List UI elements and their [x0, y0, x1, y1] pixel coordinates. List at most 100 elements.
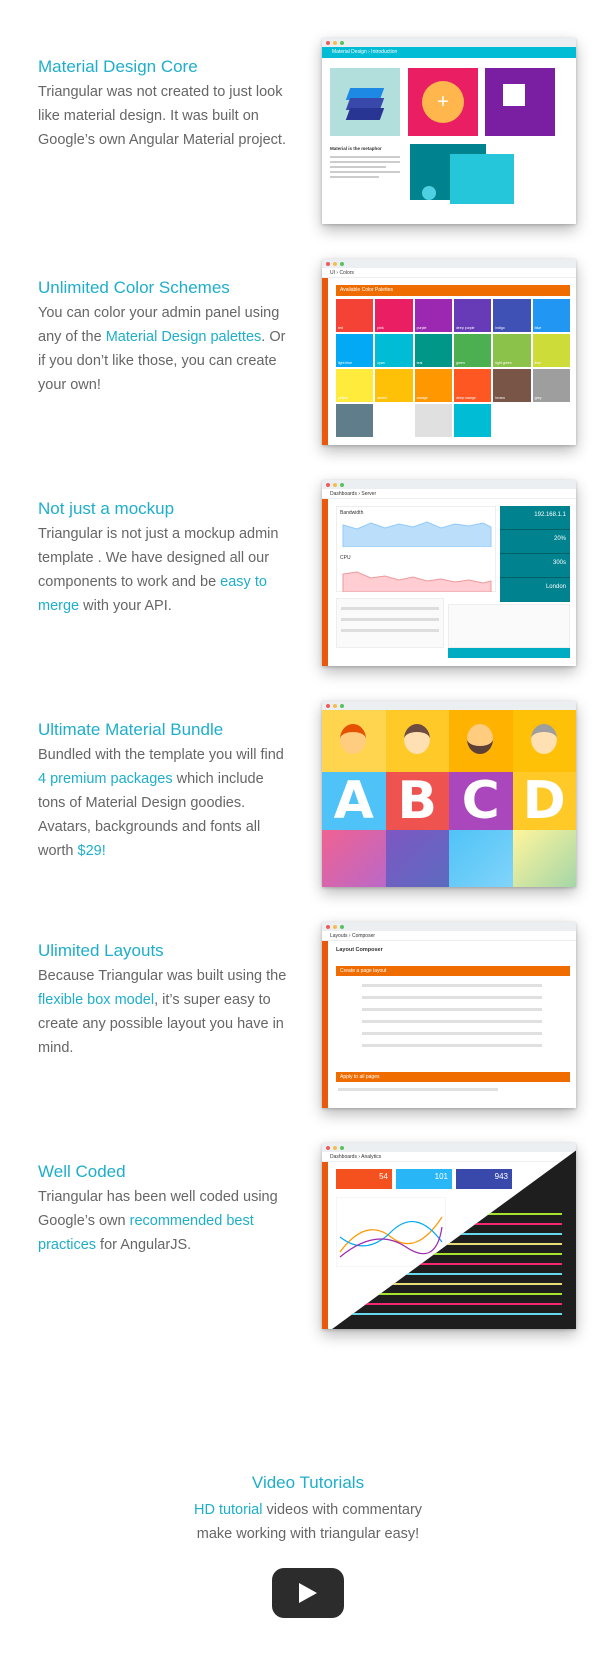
- section-paragraph: Triangular was not created to just look …: [38, 80, 288, 152]
- swatch-label: yellow: [338, 396, 348, 400]
- color-swatch[interactable]: red: [336, 299, 374, 332]
- section-paragraph: Triangular has been well coded using Goo…: [38, 1185, 288, 1257]
- orange-bar: Apply to all pages: [336, 1072, 570, 1082]
- orange-bar: Create a page layout: [336, 966, 570, 976]
- stat-tile: 101: [396, 1169, 452, 1189]
- section-paragraph: Bundled with the template you will find …: [38, 743, 288, 863]
- play-icon: [299, 1583, 317, 1603]
- feature-page: Material Design Core Triangular was not …: [0, 0, 616, 1668]
- plus-tile: +: [408, 68, 478, 136]
- color-swatch[interactable]: lime: [532, 334, 570, 367]
- section-layouts: Ulimited Layouts Because Triangular was …: [0, 922, 616, 1132]
- chart1-title: Bandwidth: [340, 510, 364, 516]
- avatar: [322, 710, 386, 772]
- swatch-label: pink: [377, 326, 384, 330]
- section-text: Well Coded Triangular has been well code…: [38, 1161, 288, 1257]
- stat-tile: 943: [456, 1169, 512, 1189]
- color-swatch[interactable]: orange: [414, 369, 452, 402]
- section-title: Material Design Core: [38, 57, 198, 76]
- color-swatch[interactable]: teal: [414, 334, 452, 367]
- color-swatch[interactable]: [453, 404, 492, 437]
- color-swatch[interactable]: amber: [375, 369, 413, 402]
- dashboard-screenshot: Dashboards › Server Bandwidth CPU 192.16…: [322, 480, 576, 666]
- screenshot-topbar: Dashboards › Server: [322, 489, 576, 499]
- swatch-label: blue: [534, 326, 542, 330]
- paragraph-text: Bundled with the template you will find: [38, 747, 284, 763]
- screenshot-topbar: Material Design › Introduction: [322, 47, 576, 58]
- swatch-label: green: [455, 361, 465, 365]
- layers-tile: [330, 68, 400, 136]
- inline-link[interactable]: flexible box model: [38, 992, 154, 1008]
- analytics-chart: [336, 1197, 446, 1267]
- bundle-screenshot: A B C D: [322, 701, 576, 887]
- inline-link[interactable]: 4 premium packages: [38, 771, 173, 787]
- swatch-label: light green: [495, 361, 512, 365]
- color-swatch[interactable]: indigo: [493, 299, 531, 332]
- color-swatch[interactable]: [375, 404, 413, 437]
- swatch-label: lime: [534, 361, 542, 365]
- color-swatch[interactable]: grey: [532, 369, 570, 402]
- color-swatch[interactable]: light green: [493, 334, 531, 367]
- swatch-label: amber: [377, 396, 388, 400]
- list-card: [336, 598, 444, 648]
- letter-tile: B: [385, 772, 449, 830]
- card-title: Material is the metaphor: [330, 146, 382, 151]
- inline-link[interactable]: $29!: [78, 843, 106, 859]
- plus-icon: +: [422, 81, 464, 123]
- swatch-label: red: [338, 326, 344, 330]
- section-title: Ultimate Material Bundle: [38, 720, 224, 739]
- color-swatch[interactable]: deep purple: [453, 299, 492, 332]
- chart-card: Bandwidth CPU: [336, 506, 496, 593]
- swatch-grid: red pink purple deep purple indigo blue light …: [336, 299, 570, 437]
- stat-row: London: [545, 584, 566, 590]
- section-title: Unlimited Color Schemes: [38, 278, 230, 297]
- letter-tile: D: [512, 772, 576, 830]
- stat-row: 192.168.1.1: [500, 506, 570, 530]
- avatar: [449, 710, 513, 772]
- swatch-label: deep purple: [455, 326, 475, 330]
- letter-tile: A: [322, 772, 386, 830]
- screenshot-sidebar: [322, 941, 328, 1108]
- color-swatch[interactable]: purple: [414, 299, 452, 332]
- section-title: Ulimited Layouts: [38, 941, 164, 960]
- section-text: Material Design Core Triangular was not …: [38, 56, 288, 152]
- form-rows: [362, 984, 542, 1056]
- inline-link[interactable]: HD tutorial: [194, 1502, 263, 1518]
- jobs-card: [448, 604, 570, 648]
- screenshot-sidebar: [322, 1162, 328, 1329]
- square-tile: [485, 68, 555, 136]
- color-swatch[interactable]: pink: [375, 299, 413, 332]
- material-design-screenshot: Material Design › Introduction + Materia…: [322, 38, 576, 224]
- avatar: [385, 710, 449, 772]
- section-text: Unlimited Color Schemes You can color yo…: [38, 277, 288, 397]
- color-swatch[interactable]: cyan: [375, 334, 413, 367]
- paragraph-text: for AngularJS.: [96, 1237, 192, 1253]
- swatch-label: brown: [495, 396, 505, 400]
- color-swatch[interactable]: blue: [532, 299, 570, 332]
- stat-tile: 54: [336, 1169, 392, 1189]
- color-swatch[interactable]: [414, 404, 452, 437]
- backgrounds-row: [322, 830, 576, 887]
- color-swatch[interactable]: green: [453, 334, 492, 367]
- color-swatch[interactable]: deep orange: [453, 369, 492, 402]
- section-text: Ultimate Material Bundle Bundled with th…: [38, 719, 288, 863]
- letter-tile: C: [449, 772, 513, 830]
- color-swatch[interactable]: yellow: [336, 369, 374, 402]
- swatch-label: indigo: [495, 326, 505, 330]
- layouts-screenshot: Layouts › Composer Layout Composer Creat…: [322, 922, 576, 1108]
- youtube-play-button[interactable]: [272, 1568, 344, 1618]
- avatar: [512, 710, 576, 772]
- color-swatch[interactable]: light blue: [336, 334, 374, 367]
- swatch-label: cyan: [377, 361, 385, 365]
- inline-link[interactable]: Material Design palettes: [106, 329, 262, 345]
- section-text: Not just a mockup Triangular is not just…: [38, 498, 288, 618]
- section-material-bundle: Ultimate Material Bundle Bundled with th…: [0, 701, 616, 911]
- color-swatch[interactable]: [336, 404, 374, 437]
- panel-title: Available Color Palettes: [336, 285, 570, 296]
- color-swatch[interactable]: brown: [493, 369, 531, 402]
- swatch-label: orange: [416, 396, 428, 400]
- section-text: Ulimited Layouts Because Triangular was …: [38, 940, 288, 1060]
- paragraph-text: Triangular was not created to just look …: [38, 84, 286, 148]
- colors-screenshot: UI › Colors Available Color Palettes red…: [322, 259, 576, 445]
- swatch-label: grey: [534, 396, 542, 400]
